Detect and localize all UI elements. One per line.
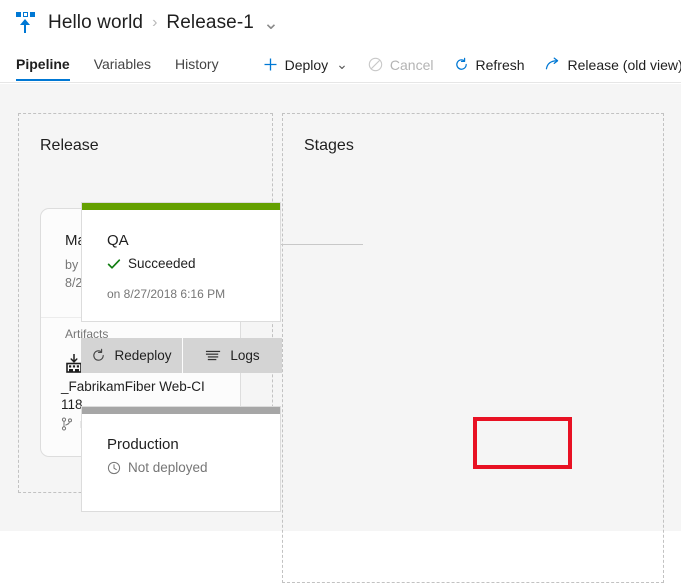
stage-name: Production	[107, 436, 179, 453]
stage-status-bar	[82, 203, 280, 210]
by-label: by	[65, 257, 79, 272]
logs-icon	[205, 349, 222, 362]
stage-timestamp: on 8/27/2018 6:16 PM	[107, 287, 226, 301]
release-pipeline-icon	[14, 11, 36, 35]
stage-actions-qa: Redeploy Logs	[81, 338, 282, 373]
stage-card-qa[interactable]: QA Succeeded on 8/27/2018 6:16 PM	[81, 202, 281, 322]
redeploy-icon	[91, 348, 106, 363]
cancel-button[interactable]: Cancel	[368, 57, 434, 73]
stage-status-label: Not deployed	[128, 460, 208, 475]
logs-button[interactable]: Logs	[183, 338, 282, 373]
tab-pipeline[interactable]: Pipeline	[16, 48, 70, 81]
logs-label: Logs	[230, 348, 260, 363]
redeploy-button[interactable]: Redeploy	[81, 338, 182, 373]
chevron-down-icon[interactable]: ⌄	[263, 12, 279, 35]
breadcrumb-current[interactable]: Release-1	[166, 12, 254, 34]
refresh-label: Refresh	[475, 56, 525, 73]
clock-icon	[107, 461, 121, 475]
cancel-label: Cancel	[389, 56, 434, 73]
checkmark-icon	[107, 257, 121, 271]
release-panel-title: Release	[40, 137, 99, 154]
chevron-down-icon[interactable]: ⌄	[336, 56, 348, 73]
stage-status: Succeeded	[82, 249, 280, 271]
tab-history[interactable]: History	[175, 48, 219, 81]
artifact-build-number[interactable]: 118	[61, 397, 83, 412]
stage-card-production[interactable]: Production Not deployed	[81, 406, 281, 512]
deploy-button[interactable]: Deploy ⌄	[263, 56, 348, 73]
stage-status-bar	[82, 407, 280, 414]
deploy-label: Deploy	[284, 56, 329, 73]
redeploy-label: Redeploy	[114, 348, 172, 363]
release-old-view-label: Release (old view)	[567, 56, 681, 73]
stage-status: Not deployed	[82, 453, 280, 475]
refresh-icon	[454, 57, 469, 72]
release-old-view-button[interactable]: Release (old view)	[545, 57, 681, 73]
breadcrumb-separator-icon: ›	[152, 14, 158, 31]
pipeline-canvas: Release Stages Manually triggered by EB …	[0, 84, 681, 583]
breadcrumb-root[interactable]: Hello world	[48, 12, 143, 34]
artifact-name[interactable]: _FabrikamFiber Web-CI	[61, 379, 205, 394]
stage-name: QA	[107, 232, 129, 249]
arrow-redirect-icon	[545, 57, 561, 72]
cancel-circle-icon	[368, 57, 383, 72]
plus-icon	[263, 57, 278, 72]
stage-timestamp	[82, 475, 280, 511]
stages-panel-title: Stages	[304, 137, 354, 154]
stages-panel	[282, 113, 664, 583]
command-bar: Pipeline Variables History Deploy ⌄ Canc…	[0, 46, 681, 83]
git-branch-icon	[61, 417, 73, 431]
stage-status-label: Succeeded	[128, 256, 196, 271]
tab-variables[interactable]: Variables	[94, 48, 151, 81]
page-header: Hello world › Release-1 ⌄	[0, 0, 681, 46]
refresh-button[interactable]: Refresh	[454, 57, 525, 73]
